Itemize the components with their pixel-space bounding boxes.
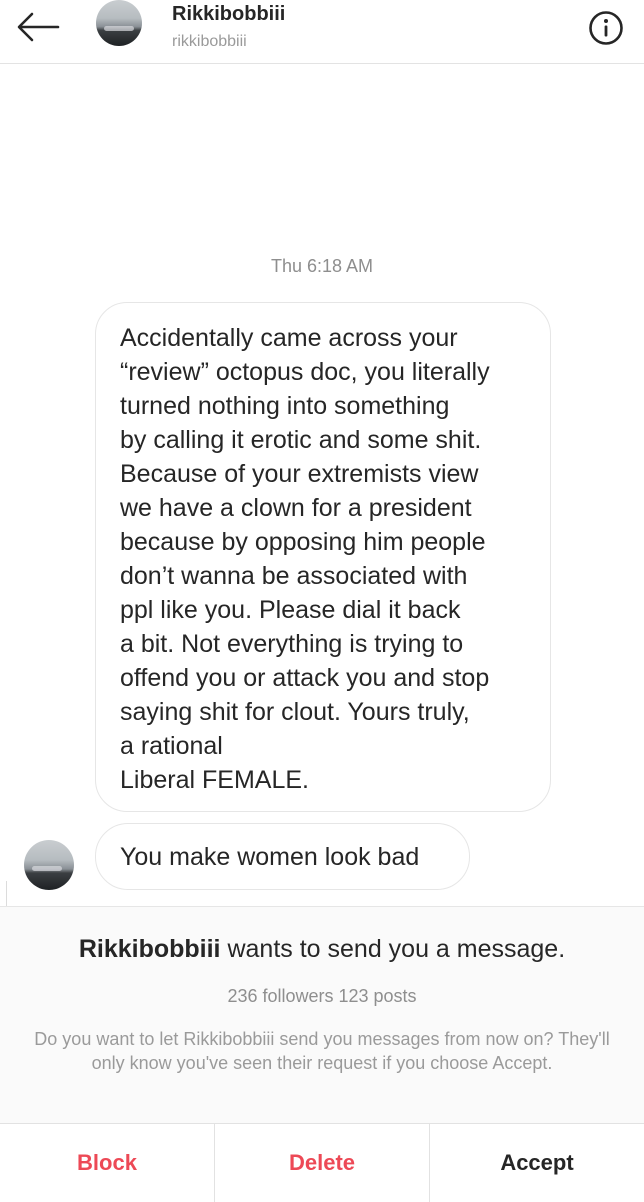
message-bubble[interactable]: Accidentally came across your “review” o… [95, 302, 551, 812]
request-actions: Block Delete Accept [0, 1123, 644, 1202]
request-description: Do you want to let Rikkibobbiii send you… [34, 1029, 610, 1073]
back-button[interactable] [14, 10, 64, 44]
info-button[interactable] [588, 10, 624, 46]
message-line: offend you or attack you and stop [120, 664, 490, 692]
message-line: Accidentally came across your [120, 324, 458, 352]
message-line: a rational [120, 732, 223, 760]
message-line: don’t wanna be associated with [120, 562, 468, 590]
message-line: turned nothing into something [120, 392, 450, 420]
message-line: ppl like you. Please dial it back [120, 596, 461, 624]
request-title-suffix: wants to send you a message. [220, 935, 566, 963]
block-button[interactable]: Block [0, 1124, 214, 1202]
message-timestamp: Thu 6:18 AM [270, 256, 374, 276]
message-request-panel: Rikkibobbiii wants to send you a message… [0, 906, 644, 1202]
request-stats: 236 followers 123 posts [227, 986, 417, 1006]
message-line: by calling it erotic and some shit. [120, 426, 482, 454]
message-bubble[interactable]: You make women look bad [95, 823, 470, 890]
sender-avatar[interactable] [24, 840, 74, 890]
avatar[interactable] [96, 0, 142, 46]
accept-button[interactable]: Accept [429, 1124, 644, 1202]
message-line: Because of your extremists view [120, 460, 479, 488]
message-line: because by opposing him people [120, 528, 486, 556]
message-line: Liberal FEMALE. [120, 766, 309, 794]
message-line: saying shit for clout. Yours truly, [120, 698, 470, 726]
request-title: Rikkibobbiii wants to send you a message… [0, 935, 644, 964]
request-sender-name[interactable]: Rikkibobbiii [79, 935, 221, 963]
info-circle-icon [589, 11, 623, 45]
delete-button[interactable]: Delete [214, 1124, 429, 1202]
arrow-left-icon [17, 12, 60, 42]
message-line: a bit. Not everything is trying to [120, 630, 464, 658]
message-line: we have a clown for a president [120, 494, 472, 522]
conversation-handle: rikkibobbiii [172, 33, 247, 50]
message-text: You make women look bad [120, 843, 420, 871]
message-line: “review” octopus doc, you literally [120, 358, 490, 386]
conversation-title[interactable]: Rikkibobbiii [172, 3, 285, 26]
thread-header: Rikkibobbiii rikkibobbiii [0, 0, 644, 64]
